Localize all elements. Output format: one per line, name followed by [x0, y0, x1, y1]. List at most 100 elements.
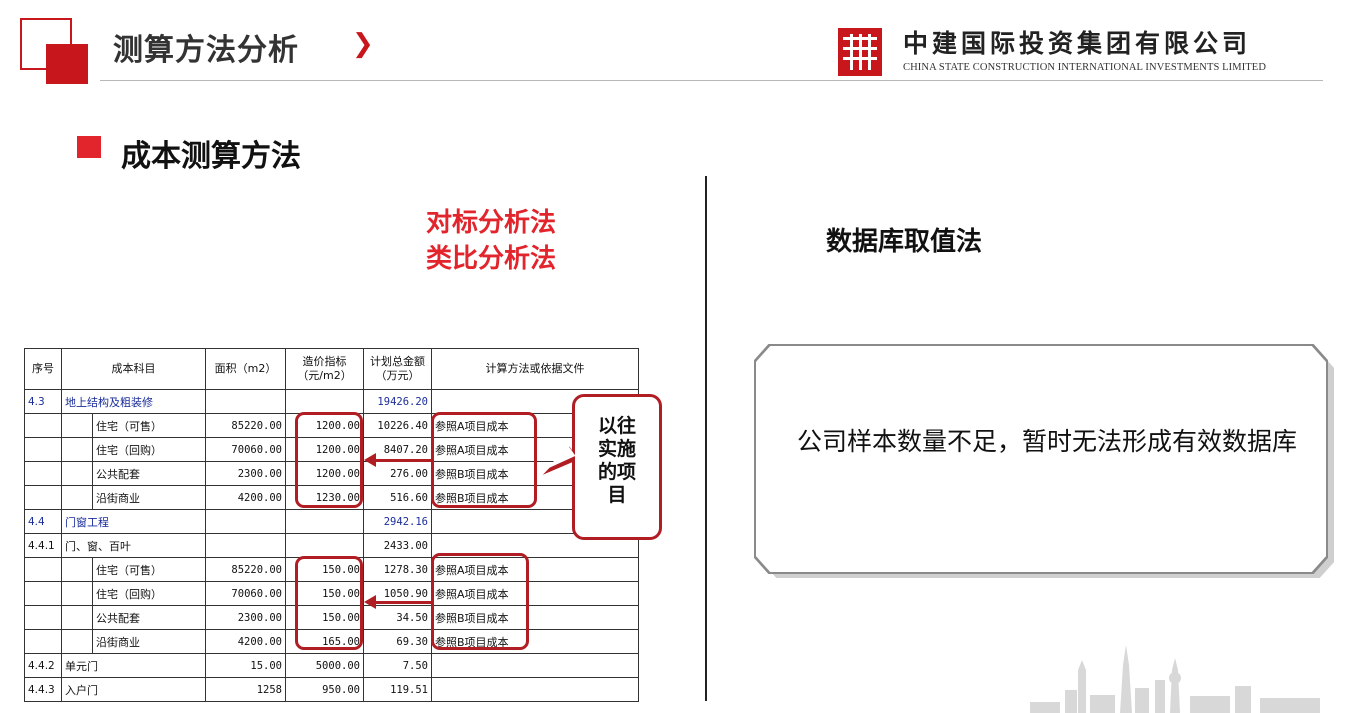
- table-cell: [61, 485, 93, 510]
- table-cell: [285, 509, 364, 534]
- table-cell: 950.00: [285, 677, 364, 702]
- table-cell: 85220.00: [205, 557, 286, 582]
- database-method-title: 数据库取值法: [826, 227, 983, 257]
- table-cell: 沿街商业: [92, 629, 206, 654]
- company-name-cn: 中建国际投资集团有限公司: [903, 29, 1252, 58]
- table-row: 4.4 门窗工程 2942.16: [24, 509, 639, 534]
- column-divider: [705, 176, 707, 701]
- table-cell: 34.50: [363, 605, 432, 630]
- table-cell: 单元门: [61, 653, 206, 678]
- column-header: 计划总金额（万元）: [363, 348, 432, 390]
- table-cell: [61, 413, 93, 438]
- table-cell: [61, 437, 93, 462]
- note-box: [756, 346, 1326, 572]
- table-cell: [24, 629, 62, 654]
- price-highlight-box-2: [295, 556, 363, 650]
- section-title: 成本测算方法: [121, 139, 301, 174]
- column-header: 序号: [24, 348, 62, 390]
- table-cell: 住宅（可售）: [92, 557, 206, 582]
- table-cell: 4200.00: [205, 485, 286, 510]
- section-bullet-icon: [77, 136, 101, 158]
- table-cell: 10226.40: [363, 413, 432, 438]
- table-cell: [24, 605, 62, 630]
- price-highlight-box-1: [295, 412, 363, 508]
- table-cell: 15.00: [205, 653, 286, 678]
- table-cell: 119.51: [363, 677, 432, 702]
- arrow-left-icon: [364, 595, 376, 609]
- table-cell: [285, 389, 364, 414]
- table-header-row: 序号 成本科目 面积（m2） 造价指标（元/m2） 计划总金额（万元） 计算方法…: [24, 348, 639, 390]
- arrow-line-2: [374, 601, 431, 604]
- table-cell: 门窗工程: [61, 509, 206, 534]
- column-header: 面积（m2）: [205, 348, 286, 390]
- table-cell: 1258: [205, 677, 286, 702]
- table-cell: 5000.00: [285, 653, 364, 678]
- header-square-fill: [46, 44, 88, 84]
- table-cell: [24, 437, 62, 462]
- table-cell: [61, 461, 93, 486]
- company-logo-icon: [838, 28, 882, 76]
- table-cell: [61, 605, 93, 630]
- table-cell: 2300.00: [205, 605, 286, 630]
- table-cell: 7.50: [363, 653, 432, 678]
- table-cell: [24, 581, 62, 606]
- table-cell: 4.4: [24, 509, 62, 534]
- table-cell: 2433.00: [363, 533, 432, 558]
- table-cell: 516.60: [363, 485, 432, 510]
- column-header: 成本科目: [61, 348, 206, 390]
- city-skyline-icon: [1030, 645, 1320, 713]
- table-cell: [61, 557, 93, 582]
- company-name-en: CHINA STATE CONSTRUCTION INTERNATIONAL I…: [903, 62, 1267, 73]
- table-cell: 2942.16: [363, 509, 432, 534]
- table-cell: [24, 557, 62, 582]
- method-benchmark-label: 对标分析法: [426, 208, 557, 238]
- table-cell: [205, 389, 286, 414]
- table-row: 4.4.2 单元门 15.00 5000.00 7.50: [24, 653, 639, 678]
- callout-text: 以往实施的项目: [597, 415, 636, 506]
- page-title: 测算方法分析: [113, 33, 299, 68]
- column-header: 计算方法或依据文件: [431, 348, 639, 390]
- table-cell: [285, 533, 364, 558]
- table-cell: 85220.00: [205, 413, 286, 438]
- table-cell: 住宅（回购）: [92, 581, 206, 606]
- column-header: 造价指标（元/m2）: [285, 348, 364, 390]
- table-cell: 公共配套: [92, 605, 206, 630]
- method-highlight-box-2: [431, 553, 529, 650]
- header-divider: [100, 80, 1323, 81]
- method-analogy-label: 类比分析法: [426, 244, 557, 274]
- table-cell: [431, 677, 639, 702]
- table-cell: [24, 461, 62, 486]
- table-cell: [205, 533, 286, 558]
- table-cell: 2300.00: [205, 461, 286, 486]
- table-cell: 4.4.1: [24, 533, 62, 558]
- table-cell: 公共配套: [92, 461, 206, 486]
- table-cell: [205, 509, 286, 534]
- table-cell: 沿街商业: [92, 485, 206, 510]
- table-cell: [24, 413, 62, 438]
- table-row: 4.3 地上结构及粗装修 19426.20: [24, 389, 639, 414]
- table-cell: [61, 629, 93, 654]
- chevron-right-icon: ❯: [352, 29, 374, 59]
- table-cell: 70060.00: [205, 581, 286, 606]
- table-cell: 69.30: [363, 629, 432, 654]
- table-cell: 4.3: [24, 389, 62, 414]
- table-row: 4.4.3 入户门 1258 950.00 119.51: [24, 677, 639, 702]
- table-cell: 门、窗、百叶: [61, 533, 206, 558]
- table-cell: [431, 653, 639, 678]
- table-cell: 4.4.3: [24, 677, 62, 702]
- table-cell: 住宅（回购）: [92, 437, 206, 462]
- table-row: 4.4.1 门、窗、百叶 2433.00: [24, 533, 639, 558]
- table-cell: 19426.20: [363, 389, 432, 414]
- table-cell: 入户门: [61, 677, 206, 702]
- table-cell: [24, 485, 62, 510]
- table-cell: [61, 581, 93, 606]
- method-highlight-box-1: [431, 412, 537, 508]
- table-cell: 住宅（可售）: [92, 413, 206, 438]
- table-cell: 4.4.2: [24, 653, 62, 678]
- arrow-line-1: [374, 459, 431, 462]
- table-cell: 70060.00: [205, 437, 286, 462]
- arrow-left-icon: [364, 453, 376, 467]
- note-box-text: 公司样本数量不足，暂时无法形成有效数据库: [797, 427, 1298, 456]
- table-cell: 4200.00: [205, 629, 286, 654]
- table-cell: 1278.30: [363, 557, 432, 582]
